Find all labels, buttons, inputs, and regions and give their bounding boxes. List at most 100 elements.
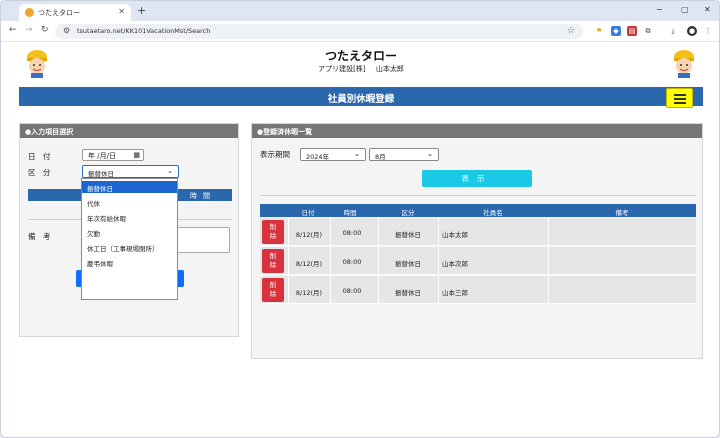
delete-label: 削 [269, 223, 277, 231]
site-info-icon[interactable]: ⚙ [63, 26, 70, 35]
reload-icon[interactable]: ↻ [41, 25, 49, 35]
company-name: アプリ建設[株] [318, 65, 366, 73]
cell-divider [548, 218, 549, 245]
browser-menu-icon[interactable]: ⋮ [703, 26, 713, 36]
table-row: 削 除 8/12(月) 08:00 振替休日 山本次郎 [260, 247, 696, 275]
minimize-icon[interactable]: − [656, 5, 663, 14]
delete-label: 削 [269, 252, 277, 260]
browser-window: つたえタロー ✕ + − ▢ ✕ ← → ↻ ⚙ tsutaetaro.net/… [0, 0, 720, 438]
category-dropdown-list: 振替休日 代休 年次有給休暇 欠勤 休工日（工事現場閉所） 慶弔休暇 [81, 178, 178, 300]
page-title: 社員別休暇登録 [327, 94, 395, 105]
cell-category: 振替休日 [395, 231, 421, 239]
date-value: 年 /月/日 [88, 152, 116, 160]
calendar-icon[interactable]: ▦ [133, 151, 140, 159]
cell-divider [438, 247, 439, 274]
url-text: tsutaetaro.net/KK101VacationMst/Search [77, 27, 211, 35]
cell-date: 8/12(月) [295, 260, 323, 268]
cell-category: 振替休日 [395, 289, 421, 297]
delete-button[interactable]: 削 除 [262, 278, 284, 302]
column-header-remarks: 備考 [615, 209, 629, 217]
menu-line-icon [674, 94, 686, 96]
user-info: アプリ建設[株] 山本太郎 [1, 64, 719, 74]
page-content: つたえタロー アプリ建設[株] 山本太郎 社員別休暇登録 ●入力項目選択 日 付… [1, 42, 719, 437]
column-header-category: 区分 [401, 209, 415, 217]
chevron-down-icon: ⌄ [167, 167, 173, 175]
new-tab-icon[interactable]: + [137, 4, 146, 17]
remarks-label: 備 考 [28, 232, 51, 241]
browser-tab[interactable]: つたえタロー ✕ [19, 4, 131, 21]
cell-divider [548, 247, 549, 274]
cell-date: 8/12(月) [295, 231, 323, 239]
delete-label: 削 [269, 281, 277, 289]
window-close-icon[interactable]: ✕ [704, 5, 711, 14]
time-column-header: 時間 [190, 192, 216, 200]
maximize-icon[interactable]: ▢ [681, 5, 689, 14]
divider [260, 195, 696, 196]
user-name: 山本太郎 [375, 65, 404, 73]
table-row: 削 除 8/12(月) 08:00 振替休日 山本三郎 [260, 276, 696, 304]
list-panel-header: ●登録済休暇一覧 [252, 124, 702, 138]
delete-label: 除 [269, 261, 277, 269]
cell-category: 振替休日 [395, 260, 421, 268]
menu-line-icon [674, 98, 686, 100]
dropdown-option[interactable]: 慶弔休暇 [82, 256, 177, 268]
close-tab-icon[interactable]: ✕ [118, 7, 125, 16]
bookmark-star-icon[interactable]: ☆ [567, 26, 575, 36]
delete-label: 除 [269, 290, 277, 298]
vacation-list-panel: ●登録済休暇一覧 表示期間 2024年 ⌄ 8月 ⌄ 表示 日付 時間 区分 社… [251, 123, 703, 359]
year-value: 2024年 [306, 153, 330, 161]
site-favicon-icon [25, 8, 34, 17]
cell-time: 08:00 [342, 258, 362, 266]
back-icon[interactable]: ← [9, 25, 17, 35]
delete-button[interactable]: 削 除 [262, 220, 284, 244]
period-label: 表示期間 [260, 150, 290, 159]
delete-button[interactable]: 削 除 [262, 249, 284, 273]
extension-icon[interactable]: ⚑ [594, 26, 604, 36]
column-header-employee: 社員名 [483, 209, 503, 217]
download-icon[interactable]: ⤓ [668, 26, 678, 36]
column-header-date: 日付 [301, 209, 315, 217]
cell-employee: 山本太郎 [442, 231, 468, 239]
extensions-puzzle-icon[interactable]: ⧉ [643, 26, 653, 36]
dropdown-option[interactable]: 振替休日 [82, 181, 177, 193]
date-label: 日 付 [28, 152, 51, 161]
dropdown-option[interactable]: 休工日（工事現場閉所） [82, 241, 177, 253]
cell-time: 08:00 [342, 229, 362, 237]
site-title: つたえタロー [324, 49, 397, 63]
table-row: 削 除 8/12(月) 08:00 振替休日 山本太郎 [260, 218, 696, 246]
profile-avatar-icon[interactable]: ● [687, 26, 697, 36]
table-header: 日付 時間 区分 社員名 備考 [260, 204, 696, 217]
date-input[interactable]: 年 /月/日 ▦ [82, 149, 144, 161]
cell-divider [548, 276, 549, 303]
input-panel-header: ●入力項目選択 [20, 124, 238, 138]
address-bar[interactable]: ⚙ tsutaetaro.net/KK101VacationMst/Search… [55, 24, 583, 39]
extension-icon[interactable]: ◆ [611, 26, 621, 36]
chevron-down-icon: ⌄ [427, 150, 433, 158]
show-button[interactable]: 表示 [422, 170, 532, 187]
year-select[interactable]: 2024年 ⌄ [300, 148, 366, 161]
month-select[interactable]: 8月 ⌄ [369, 148, 439, 161]
column-header-time: 時間 [343, 209, 357, 217]
month-value: 8月 [375, 153, 386, 161]
browser-toolbar: ← → ↻ ⚙ tsutaetaro.net/KK101VacationMst/… [1, 21, 719, 42]
category-selected-value: 振替休日 [88, 170, 114, 178]
cell-time: 08:00 [342, 287, 362, 295]
dropdown-option[interactable]: 年次有給休暇 [82, 211, 177, 223]
page-header-bar: 社員別休暇登録 [19, 87, 703, 108]
dropdown-option[interactable]: 代休 [82, 196, 177, 208]
tab-title: つたえタロー [38, 9, 80, 17]
hamburger-menu-button[interactable] [666, 88, 693, 108]
cell-divider [438, 218, 439, 245]
chevron-down-icon: ⌄ [354, 150, 360, 158]
cell-employee: 山本次郎 [442, 260, 468, 268]
forward-icon[interactable]: → [25, 25, 33, 35]
cell-employee: 山本三郎 [442, 289, 468, 297]
cell-divider [438, 276, 439, 303]
delete-label: 除 [269, 232, 277, 240]
menu-line-icon [674, 102, 686, 104]
cell-date: 8/12(月) [295, 289, 323, 297]
category-label: 区 分 [28, 168, 51, 177]
category-select[interactable]: 振替休日 ⌄ [82, 165, 179, 178]
extension-icon[interactable]: ▤ [627, 26, 637, 36]
dropdown-option[interactable]: 欠勤 [82, 226, 177, 238]
